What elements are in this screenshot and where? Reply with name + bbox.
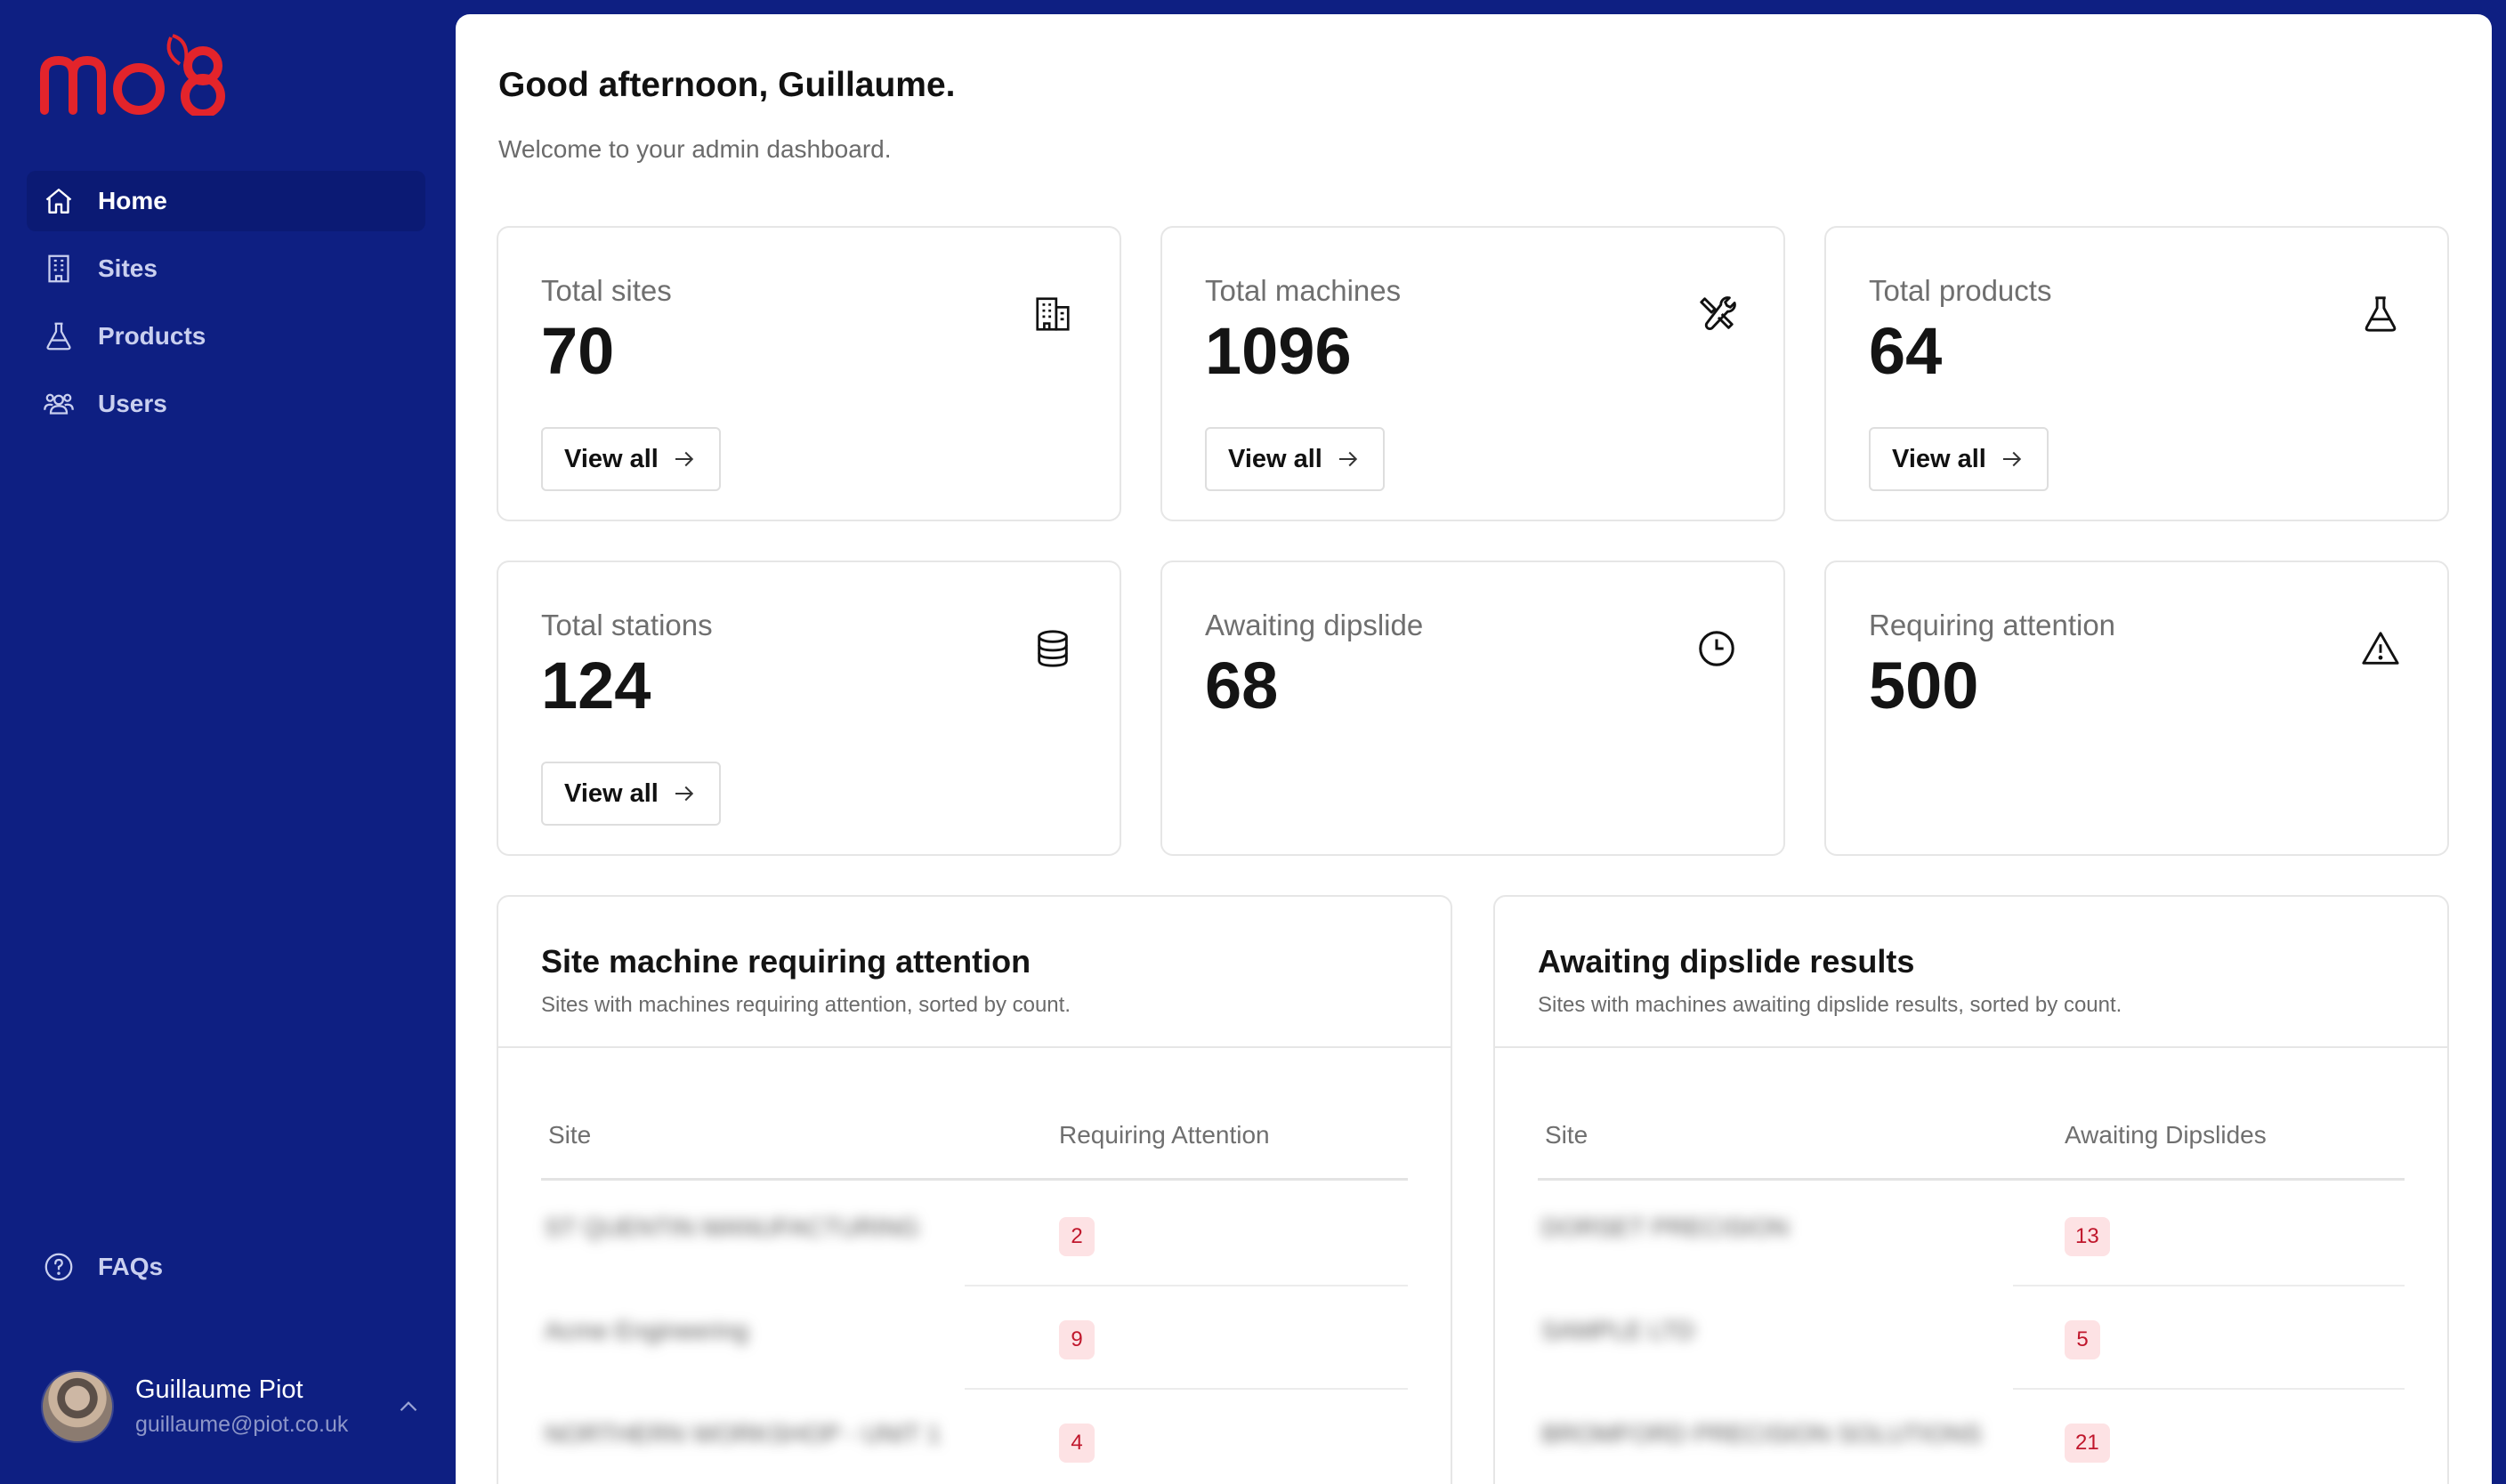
sidebar: Home Sites Products Users FAQs Guillaume… — [0, 0, 456, 1484]
table-row[interactable]: ST QUENTIN MANUFACTURING 2 — [541, 1183, 1408, 1286]
stat-label: Total products — [1869, 274, 2052, 307]
site-name[interactable]: DORSET PRECISION — [1541, 1214, 1789, 1242]
attention-table-card: Site machine requiring attention Sites w… — [497, 895, 1452, 1484]
warning-icon — [2360, 628, 2401, 669]
divider — [1495, 1046, 2447, 1048]
count-badge: 13 — [2065, 1217, 2110, 1256]
sidebar-item-products[interactable]: Products — [27, 306, 425, 367]
stat-label: Total stations — [541, 609, 713, 641]
stat-label: Awaiting dipslide — [1205, 609, 1424, 641]
sidebar-item-label: FAQs — [98, 1253, 164, 1280]
stat-value: 1096 — [1205, 314, 1352, 388]
home-icon — [43, 185, 75, 217]
sidebar-item-faqs[interactable]: FAQs — [27, 1237, 425, 1297]
count-badge: 21 — [2065, 1424, 2110, 1463]
site-name[interactable]: NORTHERN WORKSHOP - UNIT 1 — [545, 1420, 941, 1448]
sidebar-item-label: Products — [98, 322, 206, 350]
stat-card-total-products: Total products 64 View all — [1824, 226, 2449, 521]
column-header-count[interactable]: Awaiting Dipslides — [2065, 1121, 2267, 1149]
count-badge: 5 — [2065, 1320, 2100, 1359]
count-badge: 4 — [1059, 1424, 1095, 1463]
view-all-products-button[interactable]: View all — [1869, 427, 2049, 491]
flask-icon — [43, 320, 75, 352]
user-name: Guillaume Piot — [135, 1375, 303, 1404]
flask-icon — [2360, 294, 2401, 335]
building-icon — [1032, 294, 1073, 335]
button-label: View all — [1228, 444, 1322, 473]
arrow-right-icon — [675, 451, 694, 467]
table-title: Site machine requiring attention — [541, 943, 1031, 980]
sidebar-item-label: Sites — [98, 254, 158, 282]
stat-card-total-machines: Total machines 1096 View all — [1160, 226, 1785, 521]
button-label: View all — [1892, 444, 1986, 473]
view-all-stations-button[interactable]: View all — [541, 762, 721, 826]
divider — [498, 1046, 1451, 1048]
sidebar-nav: Home Sites Products Users — [27, 171, 425, 441]
page-subtitle: Welcome to your admin dashboard. — [498, 135, 892, 163]
table-subtitle: Sites with machines requiring attention,… — [541, 993, 1071, 1017]
sidebar-item-sites[interactable]: Sites — [27, 238, 425, 299]
stat-value: 68 — [1205, 649, 1279, 722]
stat-label: Total machines — [1205, 274, 1402, 307]
arrow-right-icon — [2002, 451, 2022, 467]
avatar — [41, 1370, 114, 1443]
stat-value: 64 — [1869, 314, 1943, 388]
sidebar-item-label: Home — [98, 187, 167, 214]
count-badge: 9 — [1059, 1320, 1095, 1359]
header-divider — [541, 1178, 1408, 1181]
site-name[interactable]: Acme Engineering — [545, 1317, 748, 1345]
user-menu[interactable]: Guillaume Piot guillaume@piot.co.uk — [41, 1368, 424, 1445]
building-icon — [43, 253, 75, 285]
site-name[interactable]: ST QUENTIN MANUFACTURING — [545, 1214, 919, 1242]
sidebar-item-home[interactable]: Home — [27, 171, 425, 231]
clock-icon — [1696, 628, 1737, 669]
button-label: View all — [564, 778, 659, 808]
user-email: guillaume@piot.co.uk — [135, 1412, 349, 1437]
stat-value: 500 — [1869, 649, 1979, 722]
header-divider — [1538, 1178, 2405, 1181]
table-row[interactable]: Acme Engineering 9 — [541, 1286, 1408, 1390]
site-name[interactable]: SAMPLE LTD — [1541, 1317, 1694, 1345]
count-badge: 2 — [1059, 1217, 1095, 1256]
table-title: Awaiting dipslide results — [1538, 943, 1915, 980]
column-header-site[interactable]: Site — [548, 1121, 591, 1149]
table-row[interactable]: BROMFORD PRECISION SOLUTIONS 21 — [1538, 1390, 2405, 1484]
sidebar-item-label: Users — [98, 390, 167, 417]
stat-value: 124 — [541, 649, 651, 722]
database-icon — [1032, 628, 1073, 669]
view-all-sites-button[interactable]: View all — [541, 427, 721, 491]
sidebar-faq: FAQs — [27, 1237, 425, 1304]
arrow-right-icon — [1338, 451, 1358, 467]
stat-label: Total sites — [541, 274, 672, 307]
table-row[interactable]: DORSET PRECISION 13 — [1538, 1183, 2405, 1286]
arrow-right-icon — [675, 786, 694, 802]
column-header-count[interactable]: Requiring Attention — [1059, 1121, 1270, 1149]
users-icon — [43, 388, 75, 420]
table-subtitle: Sites with machines awaiting dipslide re… — [1538, 993, 2122, 1017]
stat-value: 70 — [541, 314, 615, 388]
brand-logo[interactable] — [39, 27, 235, 118]
main-content: Good afternoon, Guillaume. Welcome to yo… — [456, 14, 2492, 1484]
dipslide-table-card: Awaiting dipslide results Sites with mac… — [1493, 895, 2449, 1484]
chevron-up-icon[interactable] — [393, 1391, 424, 1422]
column-header-site[interactable]: Site — [1545, 1121, 1588, 1149]
user-info: Guillaume Piot guillaume@piot.co.uk — [135, 1375, 348, 1438]
button-label: View all — [564, 444, 659, 473]
site-name[interactable]: BROMFORD PRECISION SOLUTIONS — [1541, 1420, 1982, 1448]
sidebar-item-users[interactable]: Users — [27, 374, 425, 434]
help-circle-icon — [43, 1251, 75, 1283]
stat-card-requiring-attention: Requiring attention 500 — [1824, 561, 2449, 856]
table-row[interactable]: SAMPLE LTD 5 — [1538, 1286, 2405, 1390]
view-all-machines-button[interactable]: View all — [1205, 427, 1385, 491]
stat-card-total-sites: Total sites 70 View all — [497, 226, 1121, 521]
stat-card-awaiting-dipslide: Awaiting dipslide 68 — [1160, 561, 1785, 856]
app-shell: Home Sites Products Users FAQs Guillaume… — [0, 0, 2506, 1484]
stat-label: Requiring attention — [1869, 609, 2116, 641]
tools-icon — [1696, 294, 1737, 335]
page-title: Good afternoon, Guillaume. — [498, 66, 956, 104]
table-row[interactable]: NORTHERN WORKSHOP - UNIT 1 4 — [541, 1390, 1408, 1484]
stat-card-total-stations: Total stations 124 View all — [497, 561, 1121, 856]
